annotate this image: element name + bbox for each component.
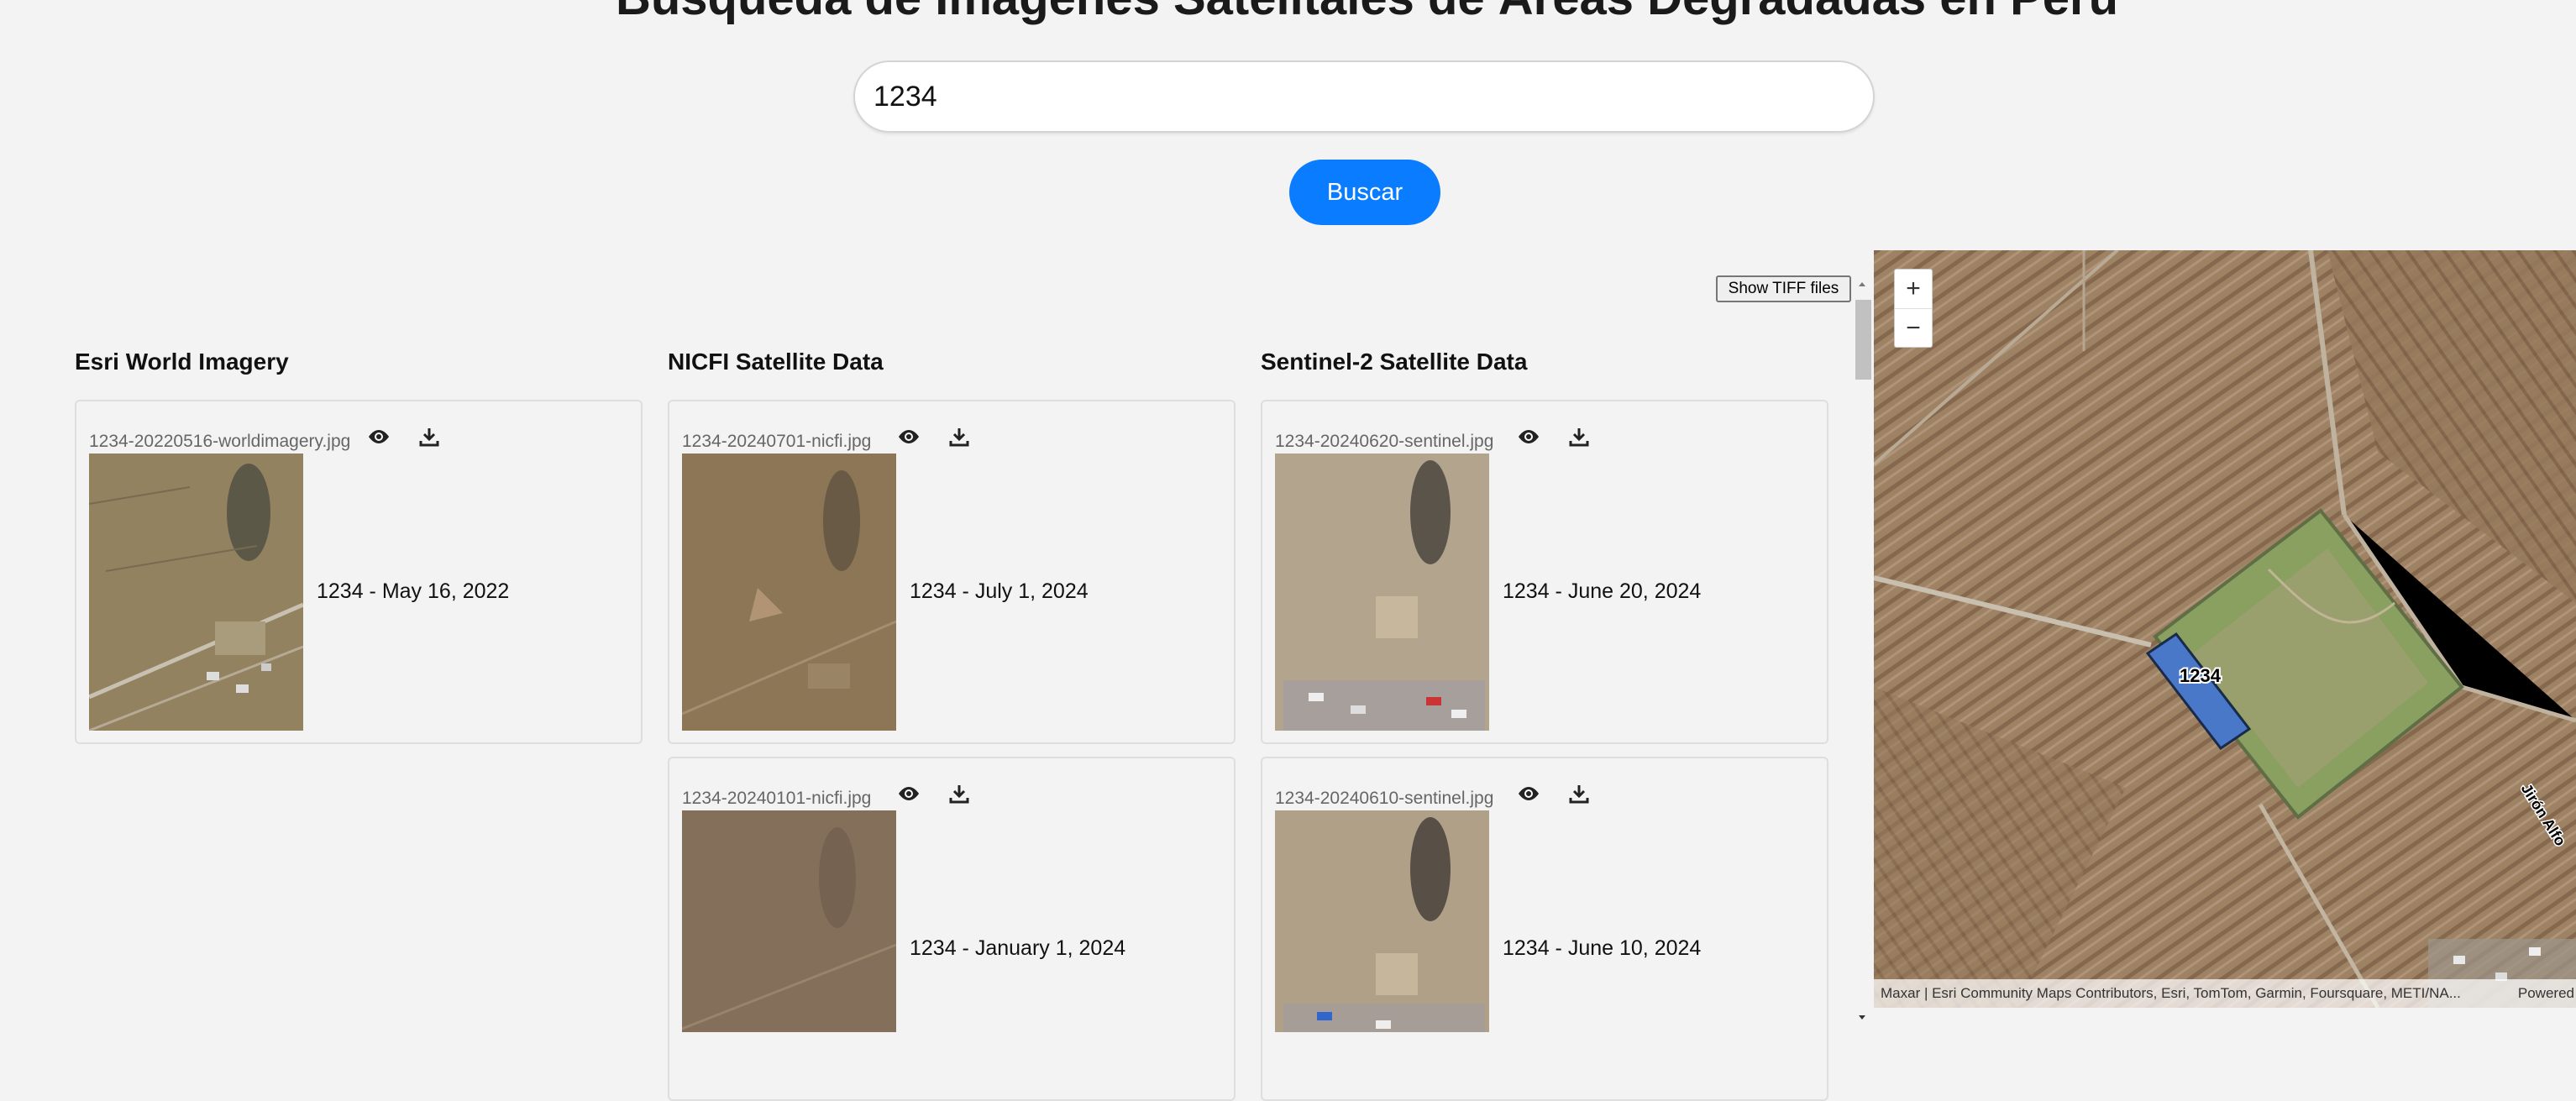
map-polygon-label: 1234 bbox=[2180, 665, 2222, 686]
eye-icon bbox=[369, 430, 389, 443]
image-filename: 1234-20240701-nicfi.jpg bbox=[682, 432, 872, 451]
show-tiff-button[interactable]: Show TIFF files bbox=[1716, 275, 1851, 302]
eye-icon bbox=[1519, 787, 1539, 800]
satellite-thumbnail bbox=[1275, 810, 1489, 1032]
zoom-in-button[interactable]: + bbox=[1895, 270, 1932, 308]
satellite-thumbnail bbox=[682, 454, 896, 731]
image-caption: 1234 - June 10, 2024 bbox=[1503, 936, 1702, 960]
powered-by-link[interactable]: Powered bbox=[2518, 985, 2574, 1002]
download-icon bbox=[1569, 428, 1589, 447]
view-button[interactable] bbox=[892, 777, 926, 810]
download-button[interactable] bbox=[1562, 420, 1596, 454]
image-caption: 1234 - July 1, 2024 bbox=[910, 579, 1089, 603]
download-icon bbox=[949, 428, 969, 447]
download-icon bbox=[1569, 785, 1589, 804]
map-view[interactable]: 1234 Jirón Alfo + − Maxar | Esri Communi… bbox=[1874, 250, 2576, 1008]
satellite-thumbnail bbox=[1275, 454, 1489, 731]
scroll-up-arrow[interactable] bbox=[1857, 279, 1867, 289]
image-card: 1234-20240701-nicfi.jpg 1234 - July 1, 2… bbox=[668, 400, 1236, 744]
satellite-thumbnail bbox=[89, 454, 303, 731]
image-thumbnail[interactable] bbox=[682, 454, 896, 731]
page-title: Búsqueda de Imágenes Satelitales de Área… bbox=[0, 0, 2576, 26]
download-button[interactable] bbox=[1562, 777, 1596, 810]
download-button[interactable] bbox=[942, 777, 976, 810]
column-heading-esri: Esri World Imagery bbox=[75, 349, 289, 375]
column-heading-sentinel: Sentinel-2 Satellite Data bbox=[1261, 349, 1528, 375]
image-card: 1234-20240610-sentinel.jpg 1234 - June 1… bbox=[1261, 757, 1828, 1101]
zoom-out-button[interactable]: − bbox=[1895, 308, 1932, 348]
eye-icon bbox=[899, 430, 919, 443]
map-attribution: Maxar | Esri Community Maps Contributors… bbox=[1874, 979, 2576, 1008]
image-thumbnail[interactable] bbox=[1275, 810, 1489, 1032]
image-caption: 1234 - January 1, 2024 bbox=[910, 936, 1126, 960]
eye-icon bbox=[1519, 430, 1539, 443]
image-card: 1234-20240620-sentinel.jpg 1234 - June 2… bbox=[1261, 400, 1828, 744]
zoom-control: + − bbox=[1894, 269, 1933, 348]
view-button[interactable] bbox=[1512, 420, 1545, 454]
download-icon bbox=[419, 428, 439, 447]
eye-icon bbox=[899, 787, 919, 800]
search-input[interactable] bbox=[853, 60, 1875, 133]
image-caption: 1234 - May 16, 2022 bbox=[317, 579, 510, 603]
image-caption: 1234 - June 20, 2024 bbox=[1503, 579, 1702, 603]
satellite-basemap: 1234 Jirón Alfo bbox=[1874, 250, 2576, 1008]
view-button[interactable] bbox=[892, 420, 926, 454]
scroll-down-arrow[interactable] bbox=[1857, 1013, 1867, 1023]
image-thumbnail[interactable] bbox=[89, 454, 303, 731]
image-filename: 1234-20240620-sentinel.jpg bbox=[1275, 432, 1494, 451]
image-filename: 1234-20240101-nicfi.jpg bbox=[682, 789, 872, 808]
image-thumbnail[interactable] bbox=[682, 810, 896, 1032]
view-button[interactable] bbox=[362, 420, 396, 454]
scrollbar-thumb[interactable] bbox=[1855, 300, 1871, 380]
image-thumbnail[interactable] bbox=[1275, 454, 1489, 731]
image-filename: 1234-20240610-sentinel.jpg bbox=[1275, 789, 1494, 808]
column-heading-nicfi: NICFI Satellite Data bbox=[668, 349, 884, 375]
satellite-thumbnail bbox=[682, 810, 896, 1032]
download-button[interactable] bbox=[942, 420, 976, 454]
image-card: 1234-20240101-nicfi.jpg 1234 - January 1… bbox=[668, 757, 1236, 1101]
image-card: 1234-20220516-worldimagery.jpg 1234 - Ma… bbox=[75, 400, 643, 744]
image-filename: 1234-20220516-worldimagery.jpg bbox=[89, 432, 351, 451]
view-button[interactable] bbox=[1512, 777, 1545, 810]
download-button[interactable] bbox=[412, 420, 446, 454]
search-button[interactable]: Buscar bbox=[1289, 160, 1440, 225]
attribution-text: Maxar | Esri Community Maps Contributors… bbox=[1881, 985, 2461, 1001]
download-icon bbox=[949, 785, 969, 804]
